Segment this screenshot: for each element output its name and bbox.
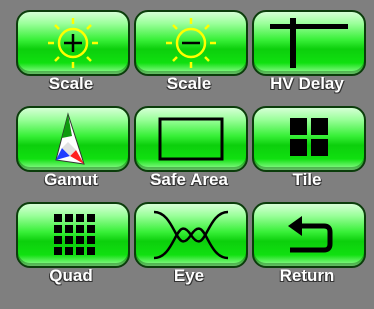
crosshair-t-icon xyxy=(270,18,348,68)
tile-button[interactable]: Tile xyxy=(248,96,366,196)
quad-button-face[interactable] xyxy=(16,202,130,268)
sun-plus-icon xyxy=(48,18,98,68)
safe-area-button[interactable]: Safe Area xyxy=(130,96,248,196)
hv-delay-button-face[interactable] xyxy=(252,10,366,76)
return-arrow-icon xyxy=(288,216,333,253)
sun-minus-icon xyxy=(166,18,216,68)
tile-2x2-icon xyxy=(290,118,328,156)
scale-up-button[interactable]: Scale xyxy=(12,0,130,100)
hv-delay-button[interactable]: HV Delay xyxy=(248,0,366,100)
button-grid: Scale Scale HV Delay Gamut Safe Area Til… xyxy=(0,0,374,309)
gamut-label: Gamut xyxy=(44,170,98,189)
color-gamut-icon xyxy=(55,112,85,165)
hv-delay-label: HV Delay xyxy=(270,74,344,93)
quad-button[interactable]: Quad xyxy=(12,192,130,292)
safe-area-button-face[interactable] xyxy=(134,106,248,172)
safe-area-label: Safe Area xyxy=(150,170,228,189)
return-label: Return xyxy=(279,266,335,285)
return-button[interactable]: Return xyxy=(248,192,366,292)
tile-button-face[interactable] xyxy=(252,106,366,172)
eye-button-face[interactable] xyxy=(134,202,248,268)
rectangle-outline-icon xyxy=(158,117,224,161)
eye-button[interactable]: Eye xyxy=(130,192,248,292)
scale-down-button[interactable]: Scale xyxy=(130,0,248,100)
tile-label: Tile xyxy=(292,170,322,189)
eye-pattern-icon xyxy=(153,210,229,260)
scale-down-label: Scale xyxy=(166,74,212,93)
gamut-button[interactable]: Gamut xyxy=(12,96,130,196)
return-button-face[interactable] xyxy=(252,202,366,268)
quad-label: Quad xyxy=(49,266,93,285)
scale-up-label: Scale xyxy=(48,74,94,93)
eye-label: Eye xyxy=(173,266,205,285)
scale-up-button-face[interactable] xyxy=(16,10,130,76)
gamut-button-face[interactable] xyxy=(16,106,130,172)
grid-4x4-icon xyxy=(54,214,95,255)
scale-down-button-face[interactable] xyxy=(134,10,248,76)
